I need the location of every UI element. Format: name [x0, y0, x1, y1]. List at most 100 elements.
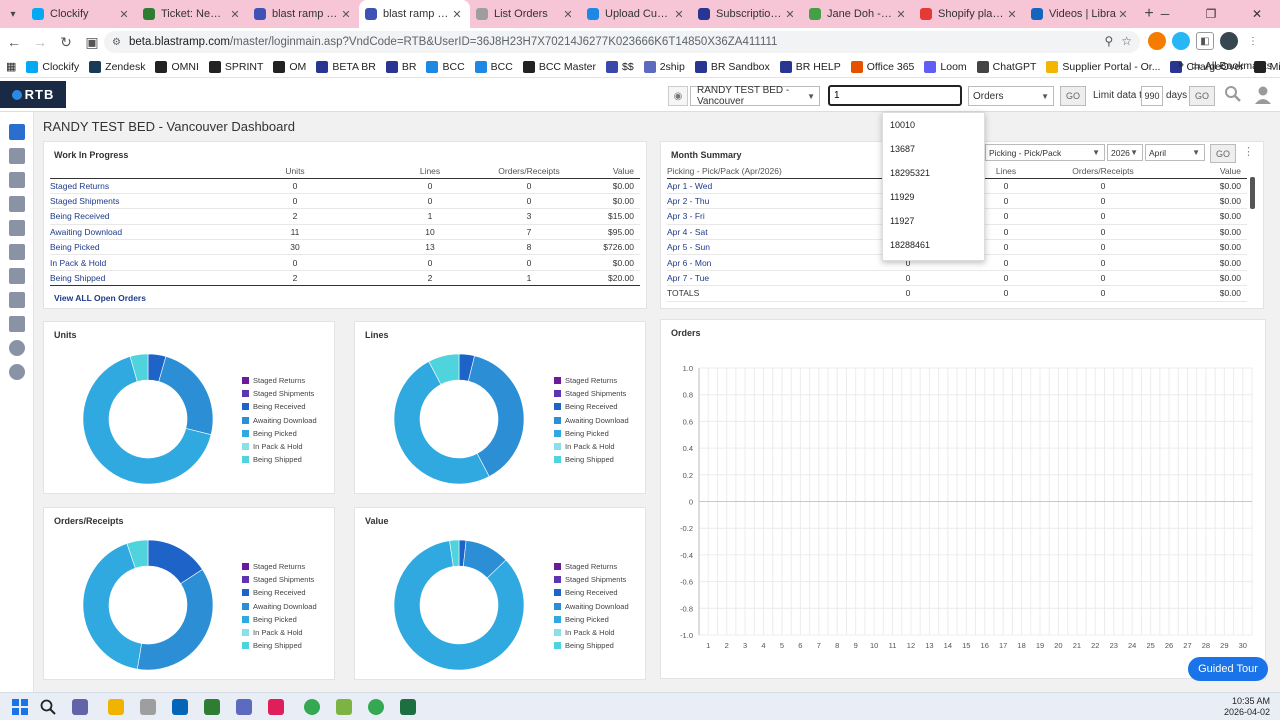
row-label-link[interactable]: Staged Returns	[50, 178, 210, 194]
app-badge-icon[interactable]	[336, 699, 352, 715]
bookmark-item[interactable]: Office 365	[850, 60, 914, 73]
browser-tab[interactable]: Shopify plan and✕	[914, 0, 1025, 28]
legend-item[interactable]: Awaiting Download	[554, 600, 629, 613]
limit-go-button[interactable]: GO	[1189, 86, 1215, 106]
extension-blue-icon[interactable]	[1172, 32, 1190, 50]
profile-avatar[interactable]	[1220, 32, 1238, 50]
forward-icon[interactable]: →	[28, 30, 52, 54]
month-summary-go-button[interactable]: GO	[1210, 144, 1236, 163]
site-info-icon[interactable]: ⚙	[112, 37, 121, 48]
bookmark-item[interactable]: SPRINT	[208, 60, 263, 73]
url-bar[interactable]: ⚙ beta.blastramp.com/master/loginmain.as…	[104, 31, 1140, 53]
bookmark-star-icon[interactable]: ☆	[1121, 34, 1132, 48]
shipping-truck-icon[interactable]	[9, 172, 25, 188]
close-window-icon[interactable]: ✕	[1234, 0, 1280, 28]
taskbar-search-icon[interactable]	[40, 699, 56, 715]
row-label-link[interactable]: Apr 6 - Mon	[667, 254, 857, 271]
view-all-open-orders-link[interactable]: View ALL Open Orders	[54, 293, 146, 303]
legend-item[interactable]: Being Picked	[554, 427, 629, 440]
bookmark-item[interactable]: ChatGPT	[976, 60, 1036, 73]
search-go-button[interactable]: GO	[1060, 86, 1086, 106]
extensions-icon[interactable]: ◧	[1196, 32, 1214, 50]
tab-search-icon[interactable]: ▾	[0, 0, 26, 28]
legend-item[interactable]: In Pack & Hold	[554, 626, 629, 639]
legend-item[interactable]: Staged Shipments	[554, 387, 629, 400]
suggestion-item[interactable]: 18288461	[883, 233, 984, 257]
browser-tab[interactable]: blast ramp ~ supp✕	[359, 0, 470, 28]
apps-icon[interactable]: ▦	[6, 60, 16, 73]
user-icon[interactable]	[1254, 85, 1272, 105]
suggestion-item[interactable]: 10010	[883, 113, 984, 137]
month-summary-scrollbar[interactable]	[1249, 167, 1256, 303]
legend-item[interactable]: Awaiting Download	[242, 600, 317, 613]
month-summary-year-select[interactable]: 2026 ▼	[1107, 144, 1143, 161]
tab-close-icon[interactable]: ✕	[117, 8, 131, 21]
tab-close-icon[interactable]: ✕	[561, 8, 575, 21]
slack-icon[interactable]	[268, 699, 284, 715]
donut-slice[interactable]	[136, 569, 214, 671]
legend-item[interactable]: Being Received	[242, 586, 317, 599]
row-label-link[interactable]: Being Shipped	[50, 270, 210, 287]
chrome-icon[interactable]	[304, 699, 320, 715]
bookmark-item[interactable]: BR	[385, 60, 416, 73]
row-label-link[interactable]: Being Received	[50, 208, 210, 225]
bookmark-item[interactable]: Clockify	[26, 60, 79, 73]
legend-item[interactable]: In Pack & Hold	[242, 440, 317, 453]
bookmark-item[interactable]: Zendesk	[89, 60, 145, 73]
legend-item[interactable]: Being Shipped	[242, 453, 317, 466]
tab-close-icon[interactable]: ✕	[228, 8, 242, 21]
cloud-download-icon[interactable]	[9, 220, 25, 236]
tab-close-icon[interactable]: ✕	[339, 8, 353, 21]
side-panel-icon[interactable]: ▣	[80, 30, 104, 54]
tab-close-icon[interactable]: ✕	[672, 8, 686, 21]
legend-item[interactable]: Staged Shipments	[242, 573, 317, 586]
bookmark-item[interactable]: $$	[606, 60, 634, 73]
chrome-profile-icon[interactable]	[368, 699, 384, 715]
zoom-icon[interactable]: ⚲	[1104, 34, 1113, 48]
legend-item[interactable]: Staged Shipments	[242, 387, 317, 400]
legend-item[interactable]: Staged Returns	[242, 374, 317, 387]
legend-item[interactable]: Being Picked	[242, 613, 317, 626]
minimize-icon[interactable]: ─	[1142, 0, 1188, 28]
legend-item[interactable]: Being Received	[242, 400, 317, 413]
legend-item[interactable]: Being Shipped	[554, 639, 629, 652]
browser-tab[interactable]: blast ramp ~ supp✕	[248, 0, 359, 28]
row-label-link[interactable]: Apr 3 - Fri	[667, 208, 857, 225]
dashboard-icon[interactable]	[9, 124, 25, 140]
tab-close-icon[interactable]: ✕	[1116, 8, 1130, 21]
bookmark-item[interactable]: OMNI	[155, 60, 199, 73]
browser-tab[interactable]: Upload Customer✕	[581, 0, 692, 28]
row-label-link[interactable]: Awaiting Download	[50, 224, 210, 241]
all-bookmarks-button[interactable]: ▭ All Bookmarks	[1191, 60, 1272, 72]
tab-close-icon[interactable]: ✕	[1005, 8, 1019, 21]
legend-item[interactable]: Being Shipped	[554, 453, 629, 466]
rtb-logo[interactable]: RTB	[0, 81, 66, 108]
search-input[interactable]	[828, 85, 962, 106]
gear-icon[interactable]	[9, 340, 25, 356]
reports-chart-icon[interactable]	[9, 316, 25, 332]
extension-orange-icon[interactable]	[1148, 32, 1166, 50]
legend-item[interactable]: Awaiting Download	[554, 414, 629, 427]
browser-tab[interactable]: Ticket: New Portal✕	[137, 0, 248, 28]
bookmark-item[interactable]: OM	[273, 60, 306, 73]
search-icon[interactable]	[1224, 85, 1241, 107]
excel-icon[interactable]	[400, 699, 416, 715]
browser-tab[interactable]: Jane Doh - Apps✕	[803, 0, 914, 28]
more-options-icon[interactable]: ⋮	[1243, 145, 1254, 158]
search-type-select[interactable]: Orders ▼	[968, 86, 1054, 106]
outlook-icon[interactable]	[172, 699, 188, 715]
suggestion-item[interactable]: 11927	[883, 209, 984, 233]
legend-item[interactable]: Being Received	[554, 400, 629, 413]
file-explorer-icon[interactable]	[108, 699, 124, 715]
donut-slice[interactable]	[82, 543, 142, 670]
calculator-icon[interactable]	[236, 699, 252, 715]
legend-item[interactable]: Awaiting Download	[242, 414, 317, 427]
taskbar-clock[interactable]: 10:35 AM 2026-04-02	[1224, 696, 1270, 718]
app-green-icon[interactable]	[204, 699, 220, 715]
row-label-link[interactable]: Apr 2 - Thu	[667, 193, 857, 210]
bookmark-item[interactable]: BR Sandbox	[694, 60, 770, 73]
customers-icon[interactable]	[9, 196, 25, 212]
back-icon[interactable]: ←	[2, 30, 26, 54]
cart-icon[interactable]	[9, 244, 25, 260]
more-bookmarks-icon[interactable]: »	[1178, 59, 1184, 71]
